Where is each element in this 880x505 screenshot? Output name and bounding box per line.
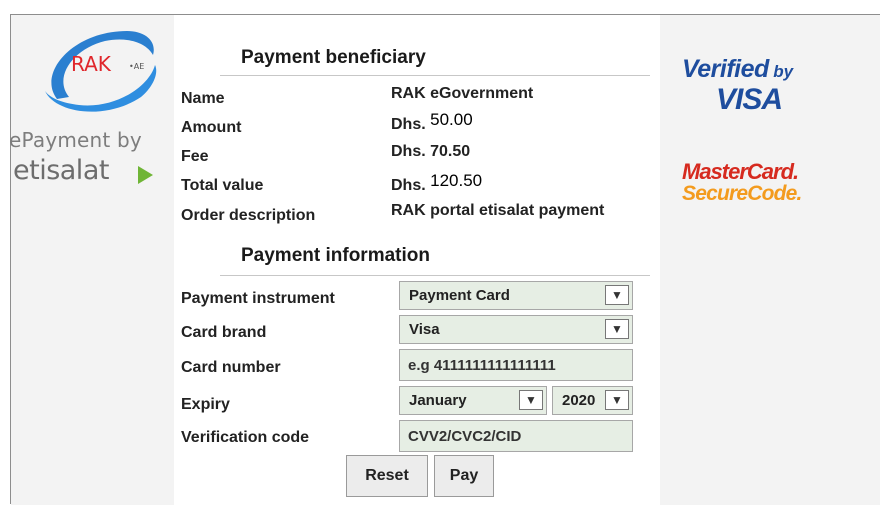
expiry-year-select[interactable]: 2020 ▼ [552,386,633,415]
beneficiary-title: Payment beneficiary [241,47,426,68]
security-badges-panel: Verified by VISA MasterCard. SecureCode. [660,15,880,505]
amount-currency: Dhs. [391,116,426,133]
beneficiary-divider [220,75,650,76]
name-value: RAK eGovernment [391,85,534,102]
fee-label: Fee [181,148,209,165]
visa-logo-text: VISA [716,83,783,116]
expiry-month-select[interactable]: January ▼ [399,386,547,415]
order-description-label: Order description [181,207,316,224]
card-brand-select[interactable]: Visa ▼ [399,315,633,344]
chevron-down-icon[interactable]: ▼ [605,285,629,305]
chevron-down-icon[interactable]: ▼ [605,319,629,339]
total-value-label: Total value [181,177,264,194]
payment-info-title: Payment information [241,245,430,266]
payment-instrument-select[interactable]: Payment Card ▼ [399,281,633,310]
payment-frame: RAK •AE ePayment by etisalat Payment ben… [9,14,880,505]
epayment-by-text: ePayment by [9,128,142,152]
amount-label: Amount [181,119,242,136]
card-number-placeholder: e.g 4111111111111111 [408,356,556,374]
expiry-month-value: January [409,392,467,409]
verified-text: Verified [682,55,769,83]
verification-code-placeholder: CVV2/CVC2/CID [408,427,522,445]
total-number: 120.50 [430,171,483,190]
etisalat-logo-mark-icon [138,166,153,184]
verified-by-word: by [773,62,794,81]
chevron-down-icon[interactable]: ▼ [605,390,629,410]
reset-button[interactable]: Reset [346,455,428,497]
card-number-input[interactable]: e.g 4111111111111111 [399,349,633,381]
verification-code-label: Verification code [181,429,310,446]
total-value: Dhs. 120.50 [391,171,482,195]
card-brand-value: Visa [409,321,440,338]
name-label: Name [181,90,225,107]
etisalat-logo-text: etisalat [13,155,109,186]
card-number-label: Card number [181,359,281,376]
verified-by-visa-badge: Verified by VISA [682,55,794,116]
total-currency: Dhs. [391,177,426,194]
fee-value: Dhs. 70.50 [391,143,471,160]
order-description-value: RAK portal etisalat payment [391,202,605,219]
pay-button[interactable]: Pay [434,455,494,497]
expiry-label: Expiry [181,396,230,413]
payment-instrument-value: Payment Card [409,287,510,304]
payment-info-divider [220,275,650,276]
card-brand-label: Card brand [181,324,267,341]
securecode-logo-text: SecureCode. [682,182,802,205]
rak-logo: RAK •AE [45,31,157,112]
chevron-down-icon[interactable]: ▼ [519,390,543,410]
payment-instrument-label: Payment instrument [181,290,335,307]
payment-form-panel: Payment beneficiary Name RAK eGovernment… [174,15,660,505]
expiry-year-value: 2020 [562,392,596,409]
branding-panel: RAK •AE ePayment by etisalat [9,15,174,505]
amount-number: 50.00 [430,110,473,129]
rak-logo-suffix: •AE [129,62,144,71]
verification-code-input[interactable]: CVV2/CVC2/CID [399,420,633,452]
rak-logo-text: RAK [71,52,112,76]
amount-value: Dhs. 50.00 [391,110,473,134]
